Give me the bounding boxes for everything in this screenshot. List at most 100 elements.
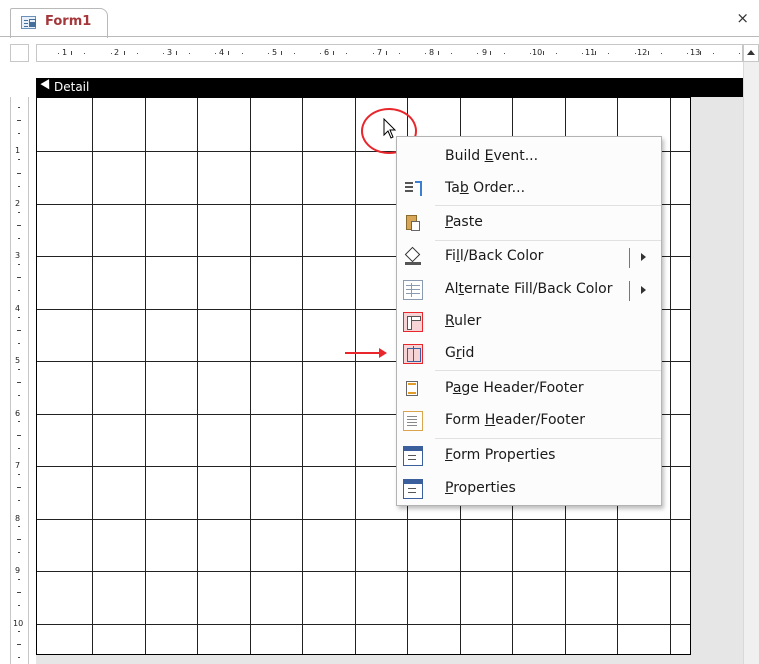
- ruler-number: 5: [15, 356, 21, 365]
- ruler-number: 11: [585, 48, 596, 57]
- menu-separator: [435, 205, 661, 206]
- ruler-tick: [595, 51, 597, 55]
- ruler-tick: [17, 224, 21, 226]
- ruler-number: 8: [429, 48, 435, 57]
- ruler-tick: [582, 53, 584, 54]
- ruler-number: 12: [637, 48, 648, 57]
- menu-item-label: Grid: [445, 345, 475, 361]
- ruler-tick: [18, 447, 20, 449]
- ruler-number: 13: [690, 48, 701, 57]
- menu-item-form-properties[interactable]: Form Properties: [397, 441, 661, 471]
- grid-line-horizontal: [37, 624, 690, 625]
- detail-section-label: Detail: [54, 80, 90, 94]
- ruler-tick: [17, 486, 21, 488]
- paste-icon: [403, 213, 423, 233]
- ruler-tick: [176, 51, 177, 55]
- close-icon[interactable]: ×: [736, 9, 749, 27]
- ruler-tick: [477, 53, 479, 54]
- ruler-tick: [17, 329, 21, 331]
- ruler-tick: [739, 53, 741, 54]
- ruler-tick: [398, 53, 400, 54]
- alternate-fill-icon: [403, 280, 423, 300]
- ruler-tick: [451, 53, 453, 54]
- menu-item-properties[interactable]: Properties: [397, 474, 661, 504]
- context-menu: Build Event... Tab Order... Paste Fill/B…: [396, 136, 662, 506]
- ruler-tick: [346, 53, 348, 54]
- ruler-tick: [280, 51, 282, 55]
- ruler-number: 6: [15, 409, 21, 418]
- menu-item-tab-order[interactable]: Tab Order...: [397, 174, 661, 204]
- ruler-tick: [503, 53, 505, 54]
- ruler-tick: [58, 53, 60, 54]
- ruler-tick: [700, 51, 701, 55]
- menu-item-label: Tab Order...: [445, 180, 526, 196]
- ruler-tick: [385, 51, 387, 55]
- menu-item-page-header-footer[interactable]: Page Header/Footer: [397, 374, 661, 404]
- ruler-number: 2: [114, 48, 120, 57]
- vertical-ruler[interactable]: 1 2 3 4 5 6 7 8 9 10: [10, 97, 29, 664]
- ruler-tick: [17, 644, 21, 646]
- ruler-tick: [18, 631, 20, 632]
- menu-item-fill-back-color[interactable]: Fill/Back Color: [397, 242, 661, 272]
- detail-section-bar[interactable]: Detail: [36, 78, 743, 97]
- grid-line-horizontal: [37, 571, 690, 572]
- ruler-tick: [241, 53, 243, 54]
- ruler-tick: [17, 382, 21, 384]
- ruler-tick: [529, 53, 531, 54]
- ruler-tick: [18, 421, 20, 423]
- menu-item-grid[interactable]: Grid: [397, 339, 661, 369]
- ruler-tick: [123, 51, 125, 55]
- tab-order-icon: [403, 179, 423, 199]
- properties-icon: [403, 479, 423, 499]
- ruler-tick: [84, 53, 86, 54]
- ruler-tick: [18, 578, 20, 580]
- build-event-icon: [403, 147, 423, 167]
- ruler-tick: [660, 53, 662, 54]
- ruler-number: 10: [13, 619, 24, 628]
- menu-item-label: Build Event...: [445, 148, 539, 164]
- menu-item-label: Page Header/Footer: [445, 380, 584, 396]
- menu-item-ruler[interactable]: Ruler: [397, 307, 661, 337]
- ruler-number: 9: [482, 48, 488, 57]
- ruler-tick: [438, 51, 439, 55]
- ruler-number: 1: [15, 146, 21, 155]
- menu-item-paste[interactable]: Paste: [397, 208, 661, 238]
- ruler-number: 3: [167, 48, 173, 57]
- menu-item-label: Properties: [445, 480, 516, 496]
- section-arrow-icon: [40, 79, 54, 92]
- mouse-pointer-icon: [383, 118, 397, 139]
- menu-separator: [435, 240, 661, 241]
- scroll-up-arrow[interactable]: [743, 44, 759, 62]
- ruler-tick: [18, 290, 20, 292]
- annotation-arrow: [345, 348, 387, 358]
- form-tab[interactable]: Form1: [10, 8, 108, 38]
- submenu-divider: [629, 248, 630, 268]
- menu-item-label: Ruler: [445, 313, 482, 329]
- vertical-scrollbar[interactable]: [743, 62, 759, 664]
- horizontal-ruler[interactable]: 1 2 3 4 5 6 7 8 9 10 11 12 13: [36, 44, 743, 62]
- ruler-tick: [333, 51, 335, 55]
- ruler-tick: [18, 316, 20, 318]
- menu-item-alternate-fill[interactable]: Alternate Fill/Back Color: [397, 275, 661, 305]
- ruler-tick: [18, 264, 20, 266]
- ruler-tick: [110, 53, 112, 54]
- ruler-corner[interactable]: [10, 44, 29, 62]
- ruler-tick: [713, 53, 715, 54]
- ruler-number: 1: [62, 48, 68, 57]
- ruler-tick: [18, 473, 20, 475]
- ruler-tick: [18, 500, 20, 501]
- ruler-tick: [17, 277, 21, 279]
- ruler-tick: [686, 53, 688, 54]
- ruler-number: 3: [15, 251, 21, 260]
- ruler-tick: [17, 172, 21, 174]
- ruler-tick: [18, 657, 20, 659]
- menu-item-label: Form Properties: [445, 447, 556, 463]
- ruler-tick: [424, 53, 426, 54]
- ruler-tick: [320, 53, 322, 54]
- ruler-tick: [17, 434, 21, 436]
- ruler-tick: [18, 526, 20, 528]
- ruler-tick: [18, 133, 20, 135]
- ruler-tick: [608, 53, 610, 54]
- menu-item-build-event[interactable]: Build Event...: [397, 142, 661, 172]
- menu-item-form-header-footer[interactable]: Form Header/Footer: [397, 406, 661, 436]
